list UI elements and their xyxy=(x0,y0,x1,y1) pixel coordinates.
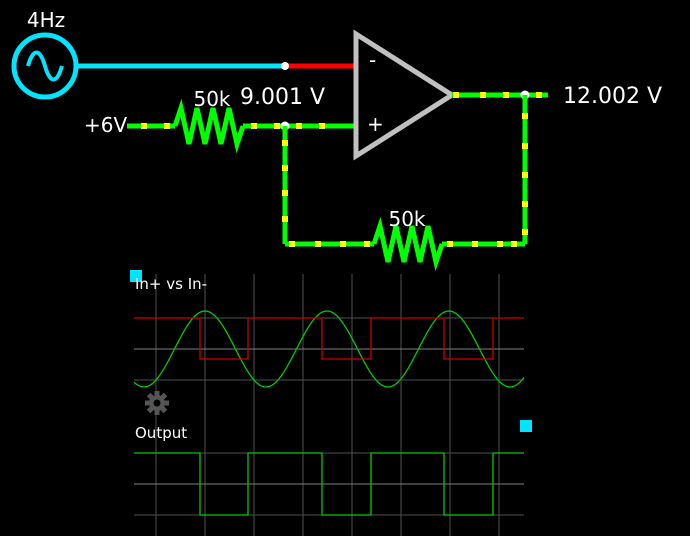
sine-symbol xyxy=(26,50,64,82)
junction-inverting[interactable] xyxy=(281,62,289,70)
circuit: 4Hz +6V 50k 9.001 V - + 12.002 V 50k xyxy=(11,8,662,272)
scope-top-grid xyxy=(134,274,524,536)
scope-bottom-grid xyxy=(134,452,524,516)
scope-bottom-handle[interactable] xyxy=(520,420,532,432)
scope-bottom-label: Output xyxy=(135,424,187,442)
resistor-input-label: 50k xyxy=(193,87,230,111)
scope-top-label: In+ vs In- xyxy=(135,275,207,293)
input-voltage-label: +6V xyxy=(84,113,127,137)
resistor-input[interactable] xyxy=(172,98,246,154)
node-voltage-label: 9.001 V xyxy=(240,85,325,110)
resistor-feedback-label: 50k xyxy=(388,207,425,231)
resistor-feedback[interactable] xyxy=(371,216,445,272)
ac-source[interactable] xyxy=(11,32,79,100)
output-voltage-label: 12.002 V xyxy=(563,84,662,109)
scope-bottom[interactable]: Output xyxy=(134,420,532,516)
gear-icon[interactable] xyxy=(145,391,169,415)
circuit-canvas[interactable]: 4Hz +6V 50k 9.001 V - + 12.002 V 50k In+… xyxy=(0,0,690,536)
scope-top[interactable]: In+ vs In- xyxy=(130,270,525,536)
source-frequency-label: 4Hz xyxy=(27,8,65,32)
opamp-plus-label: + xyxy=(367,112,384,136)
opamp-minus-label: - xyxy=(369,48,376,72)
